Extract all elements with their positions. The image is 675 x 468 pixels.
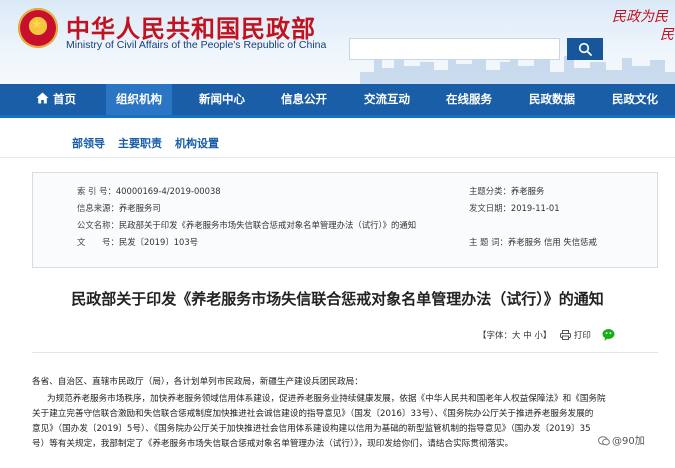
nav-news-center[interactable]: 新闻中心: [189, 84, 255, 115]
body-line-1: 为规范养老服务市场秩序，加快养老服务领域信用体系建设，促进养老服务业持续健康发展…: [47, 394, 606, 404]
meta-index-row: 索 引 号：40000169-4/2019-00038: [77, 185, 221, 197]
document-meta-box: 索 引 号：40000169-4/2019-00038 信息来源：养老服务司 公…: [32, 172, 658, 268]
site-subtitle: Ministry of Civil Affairs of the People'…: [66, 39, 327, 51]
meta-doc-name-value: 民政部关于印发《养老服务市场失信联合惩戒对象名单管理办法（试行）》的通知: [118, 220, 417, 230]
content-divider: [32, 352, 658, 353]
sub-nav: 部领导 主要职责 机构设置: [0, 118, 675, 158]
home-icon: [36, 92, 49, 104]
subnav-institutions[interactable]: 机构设置: [175, 135, 219, 151]
subnav-main-duties[interactable]: 主要职责: [118, 135, 162, 151]
national-emblem-logo[interactable]: ★: [18, 8, 58, 48]
meta-date-row: 发文日期：2019-11-01: [469, 202, 560, 214]
meta-subject-row: 主题分类：养老服务: [469, 185, 544, 197]
nav-civil-culture[interactable]: 民政文化: [602, 84, 668, 115]
nav-info-disclosure[interactable]: 信息公开: [271, 84, 337, 115]
search-input[interactable]: [349, 38, 560, 60]
body-salutation: 各省、自治区、直辖市民政厅（局），各计划单列市民政局，新疆生产建设兵团民政局：: [32, 377, 363, 387]
search-icon: [578, 42, 592, 56]
meta-doc-name-row: 公文名称：民政部关于印发《养老服务市场失信联合惩戒对象名单管理办法（试行）》的通…: [77, 219, 416, 231]
wechat-share-icon[interactable]: [602, 328, 618, 342]
meta-source-label: 信息来源：: [77, 203, 119, 213]
print-icon[interactable]: [560, 330, 572, 340]
site-header: ★ 中华人民共和国民政部 Ministry of Civil Affairs o…: [0, 0, 675, 84]
main-nav: 首页 组织机构 新闻中心 信息公开 交流互动 在线服务 民政数据 民政文化: [0, 84, 675, 118]
meta-subject-value: 养老服务: [510, 186, 545, 196]
meta-topic-value: 养老服务 信用 失信惩戒: [507, 237, 597, 247]
nav-home-label: 首页: [53, 92, 76, 106]
meta-topic-label: 主 题 词：: [469, 237, 508, 247]
search-button[interactable]: [567, 38, 603, 60]
meta-index-value: 40000169-4/2019-00038: [115, 186, 221, 196]
body-line-2: 关于建立完善守信联合激励和失信联合惩戒制度加快推进社会诚信建设的指导意见》（国发…: [32, 409, 594, 419]
meta-date-value: 2019-11-01: [510, 203, 560, 213]
page: ★ 中华人民共和国民政部 Ministry of Civil Affairs o…: [0, 0, 675, 468]
meta-date-label: 发文日期：: [469, 203, 511, 213]
nav-organization[interactable]: 组织机构: [106, 84, 172, 115]
article-tools: 【字体：大 中 小】 打印: [478, 328, 618, 344]
font-size-switcher[interactable]: 【字体：大 中 小】: [478, 331, 551, 341]
body-line-4: 号）等有关规定，我部制定了《养老服务市场失信联合惩戒对象名单管理办法（试行）》，…: [32, 439, 514, 449]
meta-topic-row: 主 题 词：养老服务 信用 失信惩戒: [469, 236, 597, 248]
document-title: 民政部关于印发《养老服务市场失信联合惩戒对象名单管理办法（试行）》的通知: [71, 290, 604, 308]
meta-index-label: 索 引 号：: [77, 186, 116, 196]
nav-interaction[interactable]: 交流互动: [354, 84, 420, 115]
body-line-3: 意见》（国办发〔2019〕5号）、《国务院办公厅关于加快推进社会信用体系建设构建…: [32, 424, 591, 434]
watermark: @90加: [598, 432, 645, 447]
subnav-leaders[interactable]: 部领导: [72, 135, 105, 151]
meta-doc-no-label: 文 号：: [77, 237, 119, 247]
slogan-line-2: 民: [660, 27, 674, 43]
wechat-watermark-icon: [598, 436, 610, 446]
slogan: 民政为民 民: [612, 8, 675, 44]
slogan-line-1: 民政为民: [612, 9, 668, 25]
meta-doc-no-value: 民发〔2019〕103号: [118, 237, 199, 247]
meta-source-row: 信息来源：养老服务司: [77, 202, 161, 214]
meta-source-value: 养老服务司: [118, 203, 161, 213]
print-button[interactable]: 打印: [574, 331, 591, 341]
meta-doc-no-row: 文 号：民发〔2019〕103号: [77, 236, 198, 248]
meta-subject-label: 主题分类：: [469, 186, 511, 196]
nav-civil-data[interactable]: 民政数据: [519, 84, 585, 115]
watermark-text: @90加: [612, 436, 645, 447]
nav-home[interactable]: 首页: [28, 84, 84, 115]
meta-doc-name-label: 公文名称：: [77, 220, 119, 230]
nav-online-service[interactable]: 在线服务: [436, 84, 502, 115]
